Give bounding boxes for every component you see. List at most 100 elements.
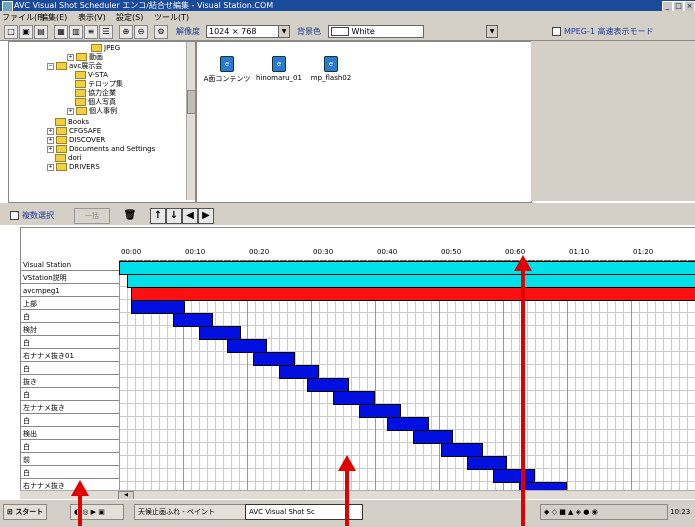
tree-item[interactable]: + DRIVERS <box>47 163 100 171</box>
grid-line <box>119 260 120 498</box>
tree-item[interactable]: V-STA <box>75 71 108 79</box>
tree-item[interactable]: dori <box>55 154 82 162</box>
tree-item[interactable]: − avc展示会 <box>47 62 102 70</box>
tree-item[interactable]: + DISCOVER <box>47 136 105 144</box>
track-label[interactable]: 白 <box>21 364 120 375</box>
time-tick-label: 00:50 <box>441 248 462 256</box>
menu-settings[interactable]: 設定(S) <box>116 12 143 23</box>
track-label[interactable]: Visual Station <box>21 260 120 271</box>
track-label[interactable]: 前 <box>21 455 120 466</box>
track-label[interactable]: 抜き <box>21 377 120 388</box>
track-label[interactable]: 白 <box>21 442 120 453</box>
tree-item[interactable]: + 個人事例 <box>67 107 117 115</box>
track-label[interactable]: 検討 <box>21 325 120 336</box>
start-button[interactable]: ⊞ スタート <box>3 504 48 520</box>
scroll-thumb[interactable] <box>187 90 195 114</box>
bg-color-dropdown-icon[interactable]: ▼ <box>486 25 498 38</box>
trash-icon[interactable]: 🗑 <box>122 208 138 224</box>
clip-bar[interactable] <box>119 261 695 275</box>
clip-bar[interactable] <box>441 443 483 457</box>
menu-file[interactable]: ファイル(F) <box>2 12 45 23</box>
track-label[interactable]: 右ナナメ抜き01 <box>21 351 120 362</box>
clip-bar[interactable] <box>127 274 695 288</box>
folder-icon <box>55 154 66 162</box>
track-label[interactable]: 白 <box>21 390 120 401</box>
track-label[interactable]: 検出 <box>21 429 120 440</box>
track-label[interactable]: 白 <box>21 416 120 427</box>
tree-item[interactable]: 個人写真 <box>75 98 116 106</box>
menu-view[interactable]: 表示(V) <box>78 12 106 23</box>
clip-bar[interactable] <box>413 430 453 444</box>
file-item[interactable]: e mp_flash02 <box>301 56 361 82</box>
resolution-select[interactable]: 1024 × 768 <box>206 25 280 38</box>
zoom-in-icon[interactable]: ⊕ <box>119 25 133 39</box>
toolbar: □ ▣ ▤ ▦ ▥ ≡ ☰ ⊕ ⊖ ⚙ 解像度 1024 × 768 ▼ 背景色… <box>0 23 695 41</box>
arrow-left-icon[interactable]: ◀ <box>182 208 198 224</box>
tree-item[interactable]: + Documents and Settings <box>47 145 155 153</box>
small-icons-icon[interactable]: ▥ <box>69 25 83 39</box>
task-paint[interactable]: 天候止画ふれ - ペイント <box>134 504 246 520</box>
file-item[interactable]: e hinomaru_01 <box>249 56 309 82</box>
tree-item[interactable]: + CFGSAFE <box>47 127 101 135</box>
tree-item[interactable]: テロップ集 <box>75 80 123 88</box>
clip-bar[interactable] <box>131 300 185 314</box>
bg-color-select[interactable]: White <box>328 25 424 38</box>
tree-item[interactable]: + 動画 <box>67 53 103 61</box>
tree-scrollbar[interactable] <box>186 42 195 200</box>
zoom-out-icon[interactable]: ⊖ <box>134 25 148 39</box>
clip-bar[interactable] <box>333 391 375 405</box>
clip-bar[interactable] <box>387 417 429 431</box>
media-file-icon: e <box>324 56 338 72</box>
tree-item[interactable]: Books <box>55 118 89 126</box>
folder-icon <box>56 62 67 70</box>
new-icon[interactable]: □ <box>4 25 18 39</box>
clip-bar[interactable] <box>307 378 349 392</box>
folder-icon <box>76 107 87 115</box>
arrow-up-icon[interactable]: ↑ <box>150 208 166 224</box>
clip-bar[interactable] <box>173 313 213 327</box>
clip-bar[interactable] <box>227 339 267 353</box>
time-tick-label: 01:20 <box>633 248 654 256</box>
clip-bar[interactable] <box>359 404 401 418</box>
detail-view-icon[interactable]: ☰ <box>99 25 113 39</box>
clip-bar[interactable] <box>279 365 319 379</box>
clock: 10:23 <box>670 508 691 516</box>
folder-icon <box>55 118 66 126</box>
mpeg-fast-checkbox[interactable] <box>552 27 561 36</box>
list-view-icon[interactable]: ≡ <box>84 25 98 39</box>
timeline-scrollbar[interactable]: ◀ <box>20 490 695 500</box>
tree-item[interactable]: JPEG <box>91 44 120 52</box>
track-label[interactable]: 左ナナメ抜き <box>21 403 120 414</box>
open-icon[interactable]: ▣ <box>19 25 33 39</box>
track-label[interactable]: 白 <box>21 468 120 479</box>
track-label[interactable]: 白 <box>21 312 120 323</box>
mpeg-fast-label: MPEG-1 高速表示モード <box>564 27 654 36</box>
preview-panel <box>531 41 695 201</box>
arrow-right-icon[interactable]: ▶ <box>198 208 214 224</box>
track-label[interactable]: avcmpeg1 <box>21 286 120 297</box>
track-label[interactable]: 白 <box>21 338 120 349</box>
clip-bar[interactable] <box>199 326 241 340</box>
folder-tree[interactable]: JPEG + 動画 − avc展示会 V-STA テロップ集 協力企業 個人写真 +… <box>8 41 196 203</box>
multi-select-checkbox[interactable] <box>10 211 19 220</box>
system-tray: ◆ ◇ ■ ▲ ◈ ● ◉ <box>540 504 668 520</box>
clip-bar[interactable] <box>253 352 295 366</box>
schedule-grid[interactable] <box>119 260 695 498</box>
menu-edit[interactable]: 編集(E) <box>40 12 67 23</box>
clip-bar[interactable] <box>493 469 535 483</box>
tree-item[interactable]: 協力企業 <box>75 89 116 97</box>
track-label[interactable]: 上部 <box>21 299 120 310</box>
resolution-dropdown-icon[interactable]: ▼ <box>278 25 290 38</box>
arrow-down-icon[interactable]: ↓ <box>166 208 182 224</box>
bulk-button[interactable]: 一括 <box>74 208 110 224</box>
large-icons-icon[interactable]: ▦ <box>54 25 68 39</box>
file-item[interactable]: e A面コンテンツ <box>197 56 257 84</box>
resolution-label: 解像度 <box>176 27 200 36</box>
track-label[interactable]: VStation説明 <box>21 273 120 284</box>
folder-icon <box>56 163 67 171</box>
settings-icon[interactable]: ⚙ <box>154 25 168 39</box>
clip-bar[interactable] <box>467 456 507 470</box>
save-icon[interactable]: ▤ <box>34 25 48 39</box>
menu-tools[interactable]: ツール(T) <box>154 12 189 23</box>
clip-bar[interactable] <box>131 287 695 301</box>
